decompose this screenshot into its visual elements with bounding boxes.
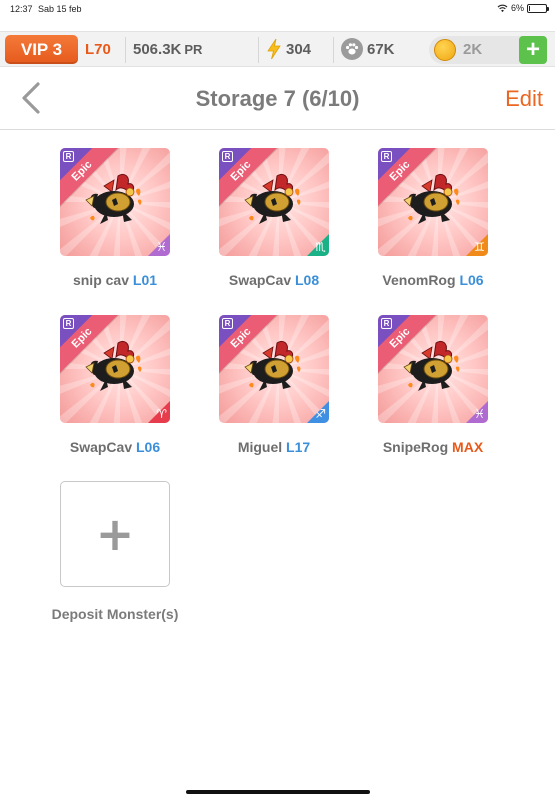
power-value: 506.3K: [133, 41, 182, 58]
add-gold-button[interactable]: +: [519, 36, 547, 64]
monster-label: SwapCav L08: [199, 272, 349, 288]
status-date: Sab 15 feb: [38, 4, 82, 14]
home-indicator: [186, 790, 370, 794]
gold-pill[interactable]: 2K +: [429, 36, 547, 64]
monster-art: [403, 340, 460, 391]
monster-card[interactable]: Epic R ♊: [378, 148, 488, 256]
energy-value: 304: [286, 40, 312, 58]
status-indicators: 6%: [497, 3, 549, 13]
element-glyph: ♏: [315, 240, 326, 254]
monster-card[interactable]: Epic R ♏: [219, 148, 329, 256]
element-glyph: ♈: [156, 407, 167, 421]
monster-label: snip cav L01: [40, 272, 190, 288]
resource-bar: VIP 3 L70 506.3K PR 304 67K 2K +: [0, 31, 555, 67]
rank-letter: R: [381, 318, 392, 329]
deposit-label: Deposit Monster(s): [51, 606, 179, 622]
paw-glyph: [346, 43, 359, 55]
monster-name: SnipeRog: [382, 439, 449, 455]
rank-letter: R: [222, 318, 233, 329]
coin-icon: [434, 39, 456, 61]
food-value: 67K: [367, 40, 395, 58]
monster-level: L06: [459, 272, 484, 288]
divider: [333, 37, 334, 63]
monster-card[interactable]: Epic R ♈: [60, 315, 170, 423]
monster-level: L08: [295, 272, 320, 288]
battery-percent: 6%: [510, 3, 524, 13]
monster-level: L17: [286, 439, 311, 455]
monster-level: L06: [136, 439, 161, 455]
monster-art: [403, 173, 460, 224]
plus-icon: +: [95, 507, 135, 561]
lightning-icon: [267, 38, 281, 60]
element-glyph: ♓: [156, 240, 167, 254]
monster-label: Miguel L17: [199, 439, 349, 455]
monster-art: [85, 340, 142, 391]
gold-value: 2K: [463, 41, 483, 58]
monster-label: VenomRog L06: [358, 272, 508, 288]
food-stat[interactable]: 67K: [341, 38, 395, 60]
battery-icon: [527, 3, 549, 13]
rank-letter: R: [381, 151, 392, 162]
edit-button[interactable]: Edit: [505, 86, 543, 112]
status-time: 12:37: [10, 4, 33, 14]
divider: [258, 37, 259, 63]
wifi-icon: [497, 4, 508, 12]
monster-level: L01: [132, 272, 158, 288]
battery-fill: [529, 5, 530, 11]
monster-name: Miguel: [237, 439, 283, 455]
monster-card[interactable]: Epic R ♓: [60, 148, 170, 256]
monster-card[interactable]: Epic R ♐: [219, 315, 329, 423]
app-screen: 12:37 Sab 15 feb 6% VIP 3 L70 506.3KPR: [0, 0, 555, 800]
header: Storage 7 (6/10) Edit: [0, 68, 555, 130]
monster-name: SwapCav: [228, 272, 292, 288]
element-glyph: ♊: [474, 240, 485, 254]
element-glyph: ♓: [474, 407, 485, 421]
rank-letter: R: [63, 151, 74, 162]
monster-art: [85, 173, 142, 224]
status-bar: 12:37 Sab 15 feb 6%: [0, 0, 555, 18]
monster-name: SwapCav: [69, 439, 133, 455]
divider: [125, 37, 126, 63]
monster-art: [244, 173, 301, 224]
player-level: L70: [85, 41, 111, 58]
monster-art: [244, 340, 301, 391]
monster-name: snip cav: [72, 272, 129, 288]
rank-letter: R: [222, 151, 233, 162]
page-title: Storage 7 (6/10): [195, 86, 360, 111]
paw-icon: [341, 38, 363, 60]
monster-name: VenomRog: [382, 272, 456, 288]
energy-stat[interactable]: 304: [266, 38, 311, 60]
rank-letter: R: [63, 318, 74, 329]
power-rating[interactable]: 506.3K PR: [133, 41, 202, 58]
element-glyph: ♐: [315, 407, 326, 421]
monster-card[interactable]: Epic R ♓: [378, 315, 488, 423]
monster-label: SnipeRog MAX: [358, 439, 508, 455]
vip-badge[interactable]: VIP 3: [5, 35, 78, 64]
deposit-monster-button[interactable]: +: [60, 481, 170, 587]
power-unit: PR: [184, 42, 203, 57]
monster-label: SwapCav L06: [40, 439, 190, 455]
monster-level: MAX: [452, 439, 484, 455]
